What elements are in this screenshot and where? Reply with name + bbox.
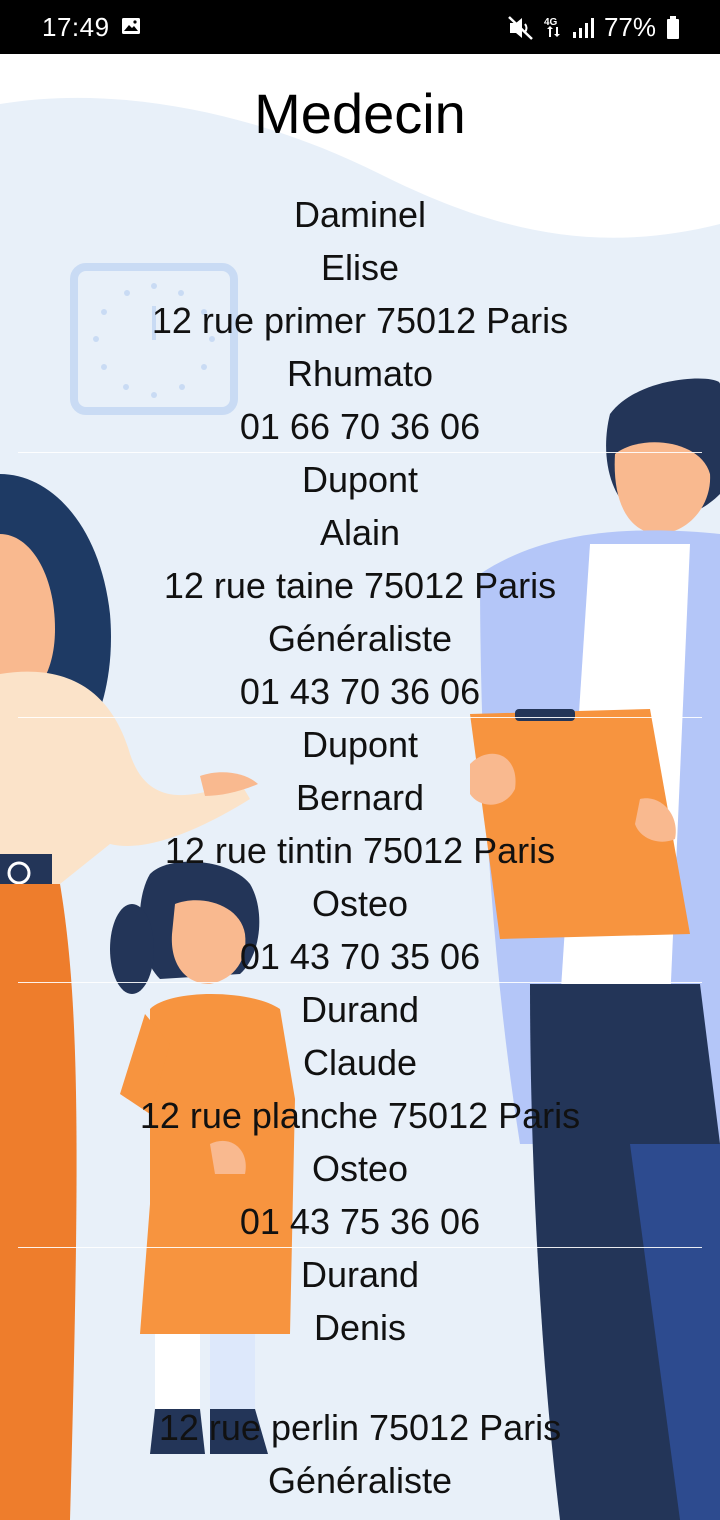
doctor-first-name: Denis	[313, 1307, 407, 1348]
doctor-specialty: Généraliste	[267, 1460, 453, 1501]
page-title: Medecin	[254, 82, 466, 145]
doctor-address: 12 rue planche 75012 Paris	[139, 1095, 581, 1136]
doctor-specialty: Rhumato	[286, 353, 434, 394]
doctor-specialty: Généraliste	[267, 618, 453, 659]
4g-network-icon: 4G	[544, 17, 560, 37]
status-time: 17:49	[42, 12, 110, 42]
doctor-list[interactable]: Daminel Elise 12 rue primer 75012 Paris …	[18, 188, 702, 1513]
doctor-blank-line	[18, 1354, 702, 1401]
signal-icon	[572, 17, 594, 38]
doctor-address: 12 rue tintin 75012 Paris	[164, 830, 556, 871]
mute-icon	[508, 15, 533, 40]
doctor-phone: 01 43 70 36 06	[239, 671, 481, 712]
gallery-icon	[122, 18, 140, 34]
doctor-phone: 01 43 75 36 06	[239, 1201, 481, 1242]
doctor-last-name: Daminel	[293, 194, 427, 235]
doctor-first-name: Alain	[319, 512, 401, 553]
status-icons: 4G 77%	[508, 12, 680, 43]
doctor-last-name: Dupont	[301, 459, 419, 500]
doctor-first-name: Bernard	[295, 777, 425, 818]
doctor-first-name: Elise	[320, 247, 400, 288]
battery-percent: 77%	[603, 12, 656, 42]
battery-icon	[667, 15, 679, 39]
doctor-phone: 01 43 70 35 06	[239, 936, 481, 977]
list-item[interactable]: Dupont Bernard 12 rue tintin 75012 Paris…	[18, 718, 702, 983]
list-item[interactable]: Dupont Alain 12 rue taine 75012 Paris Gé…	[18, 453, 702, 718]
doctor-last-name: Durand	[300, 989, 420, 1030]
doctor-specialty: Osteo	[311, 1148, 409, 1189]
doctor-address: 12 rue taine 75012 Paris	[163, 565, 557, 606]
svg-text:4G: 4G	[544, 17, 558, 28]
list-item[interactable]: Durand Denis 12 rue perlin 75012 Paris G…	[18, 1248, 702, 1513]
doctor-address: 12 rue perlin 75012 Paris	[158, 1407, 562, 1448]
doctor-first-name: Claude	[302, 1042, 418, 1083]
doctor-phone: 01 66 70 36 06	[239, 406, 481, 447]
status-bar: 17:49 4G 77%	[0, 0, 720, 54]
doctor-last-name: Durand	[300, 1254, 420, 1295]
app-screen: Medecin Daminel Elise 12 rue primer 7501…	[0, 54, 720, 1520]
list-item[interactable]: Durand Claude 12 rue planche 75012 Paris…	[18, 983, 702, 1248]
doctor-address: 12 rue primer 75012 Paris	[151, 300, 569, 341]
doctor-last-name: Dupont	[301, 724, 419, 765]
doctor-specialty: Osteo	[311, 883, 409, 924]
list-item[interactable]: Daminel Elise 12 rue primer 75012 Paris …	[18, 188, 702, 453]
